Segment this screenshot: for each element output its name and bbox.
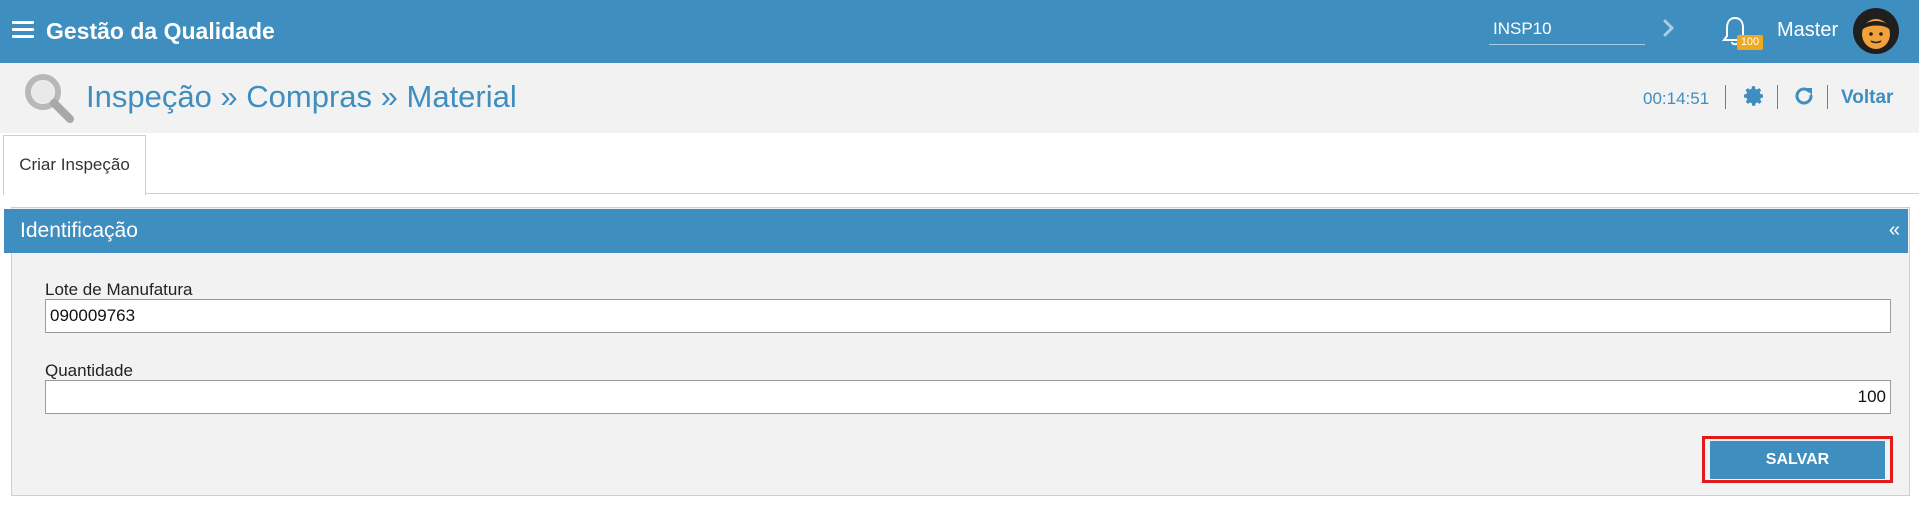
user-name[interactable]: Master: [1777, 19, 1838, 42]
hamburger-menu-icon[interactable]: [12, 21, 34, 39]
refresh-icon[interactable]: [1792, 84, 1816, 108]
magnifier-icon: [25, 74, 74, 123]
separator: [1827, 85, 1828, 109]
inspection-search-input[interactable]: [1489, 13, 1645, 45]
collapse-button[interactable]: «: [1889, 219, 1900, 242]
quantidade-label: Quantidade: [45, 361, 133, 380]
gear-icon[interactable]: [1742, 84, 1766, 108]
avatar[interactable]: [1853, 8, 1899, 54]
quantidade-field[interactable]: [45, 380, 1891, 414]
save-button[interactable]: SALVAR: [1710, 441, 1885, 479]
panel-title: Identificação: [20, 219, 138, 242]
app-title: Gestão da Qualidade: [46, 18, 275, 44]
lote-manufatura-field[interactable]: [45, 299, 1891, 333]
top-bar: Gestão da Qualidade 100 Master: [0, 0, 1919, 63]
tab-divider: [146, 193, 1919, 194]
panel-header: Identificação «: [4, 209, 1908, 253]
separator: [1725, 85, 1726, 109]
tab-criar-inspecao[interactable]: Criar Inspeção: [3, 135, 146, 195]
separator: [1777, 85, 1778, 109]
chevron-right-icon[interactable]: [1660, 16, 1678, 40]
lote-label: Lote de Manufatura: [45, 280, 193, 299]
back-link[interactable]: Voltar: [1841, 87, 1893, 109]
notification-count-badge: 100: [1737, 35, 1763, 50]
breadcrumb-bar: Inspeção » Compras » Material 00:14:51 V…: [0, 63, 1919, 133]
session-timer: 00:14:51: [1643, 89, 1710, 108]
breadcrumb: Inspeção » Compras » Material: [86, 79, 517, 114]
